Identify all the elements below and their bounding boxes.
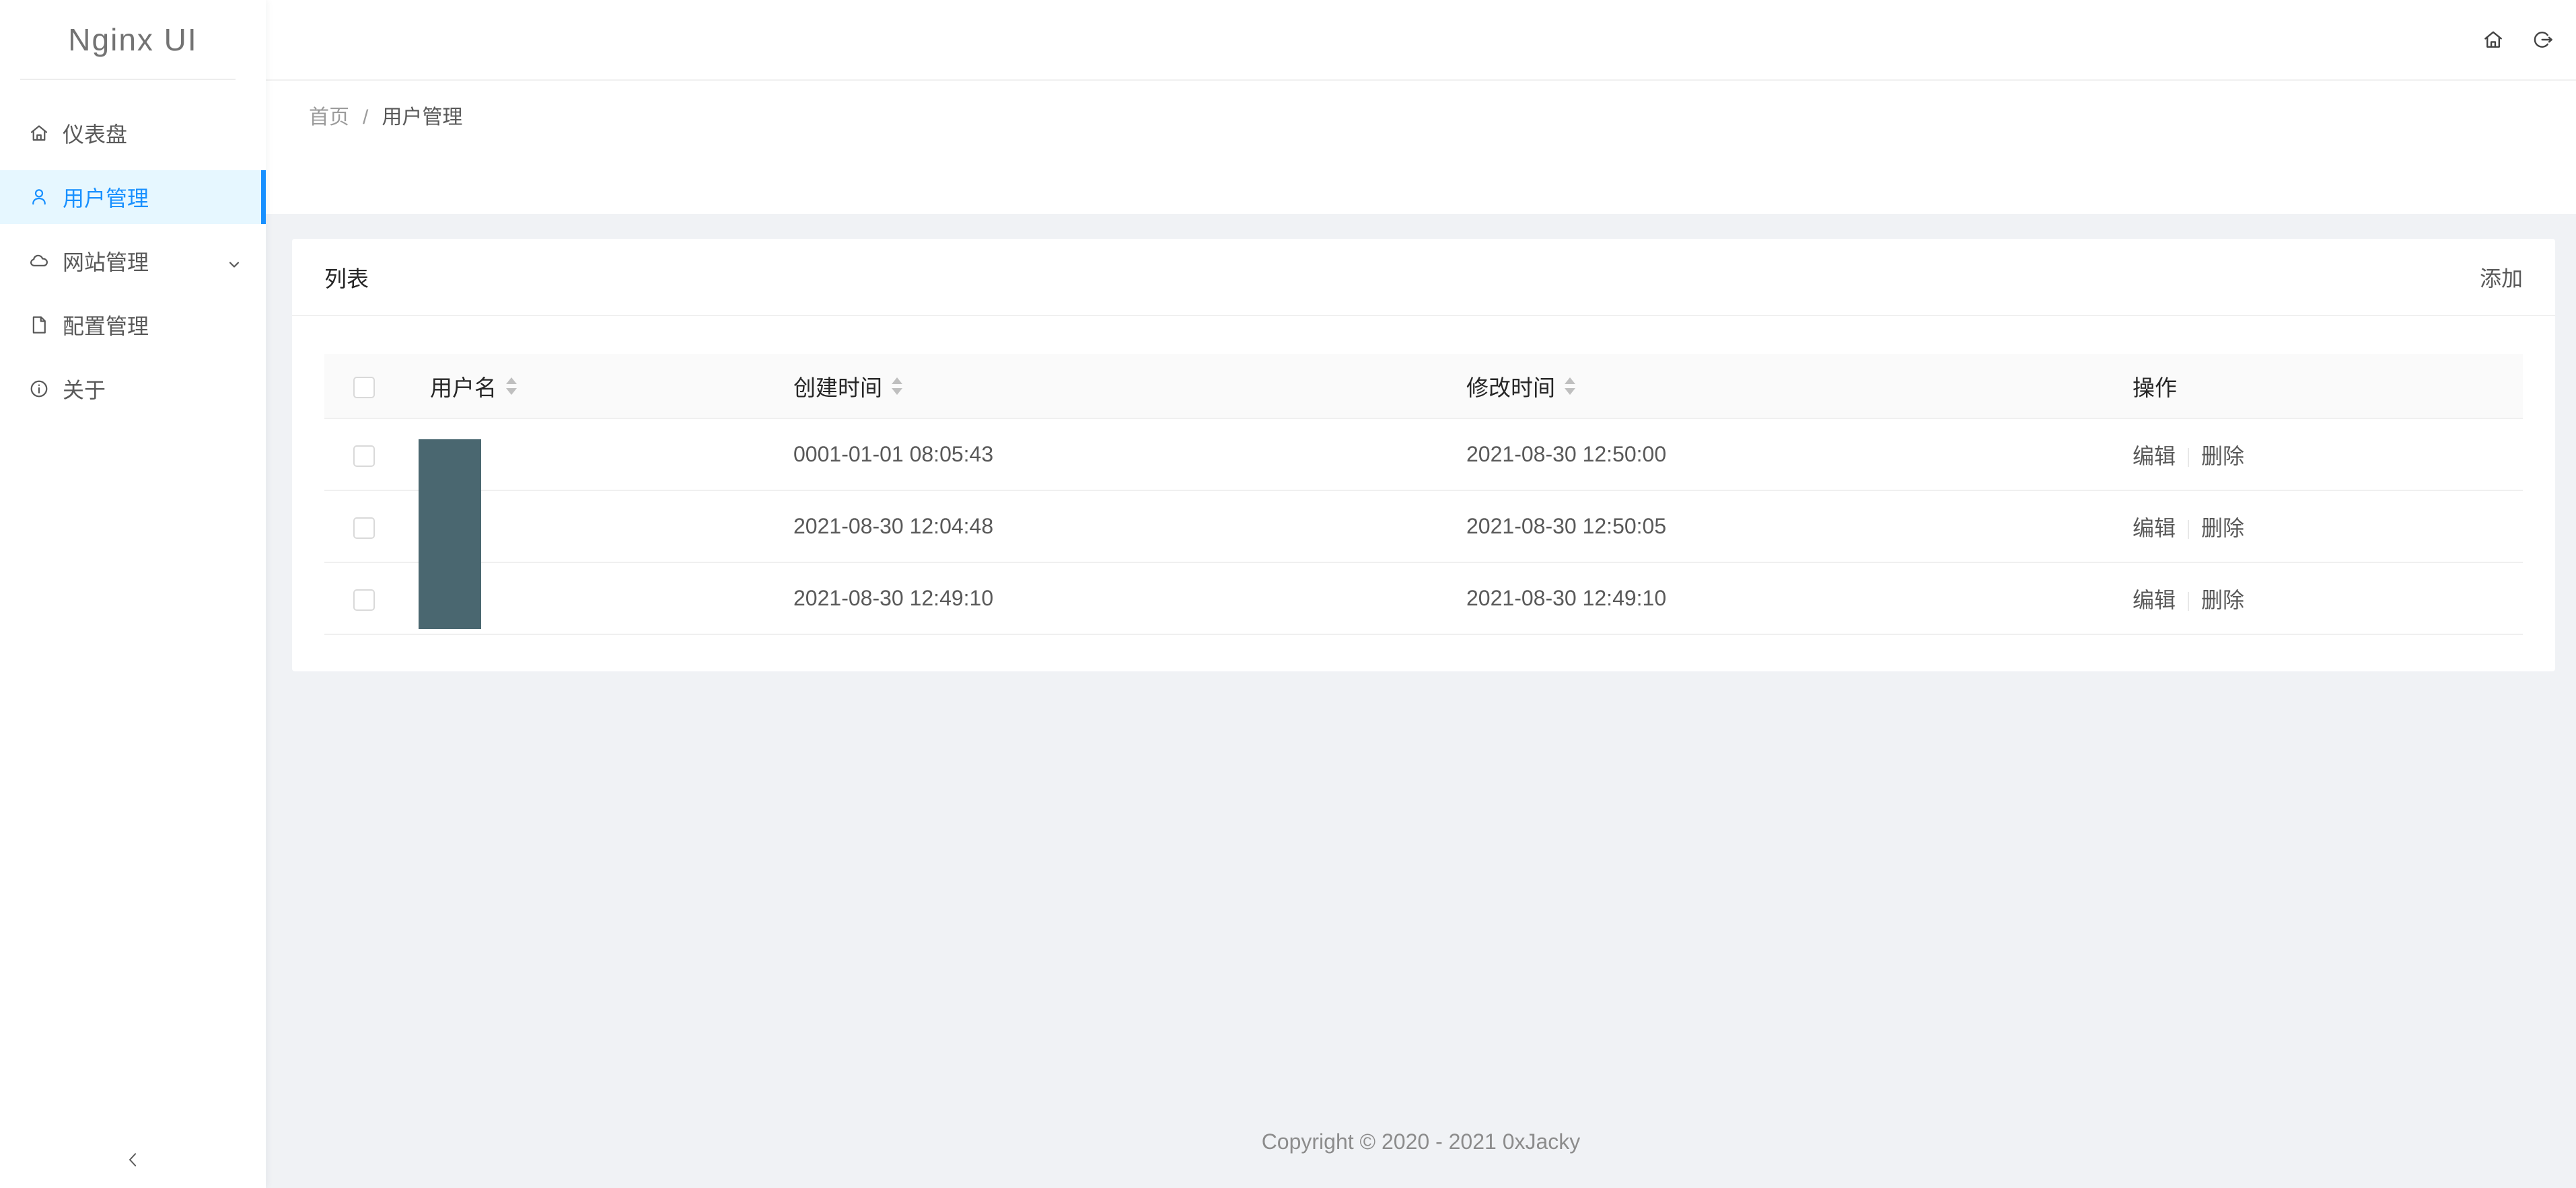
column-header-actions: 操作 <box>2106 354 2523 418</box>
column-header-modified[interactable]: 修改时间 <box>1440 354 2106 418</box>
sidebar-item-label: 仪表盘 <box>63 118 127 149</box>
logout-icon[interactable] <box>2532 29 2554 50</box>
action-divider <box>2188 520 2189 539</box>
home-icon[interactable] <box>2482 29 2504 50</box>
sorter-icon[interactable] <box>1565 377 1575 395</box>
sorter-icon[interactable] <box>506 377 517 395</box>
card-body: 用户名 创建时间 <box>292 316 2555 635</box>
modified-cell: 2021-08-30 12:49:10 <box>1440 562 2106 634</box>
sidebar-item-config[interactable]: 配置管理 <box>0 298 266 352</box>
table-row: 2021-08-30 12:49:10 2021-08-30 12:49:10 … <box>324 562 2523 634</box>
file-icon <box>29 315 49 335</box>
redacted-usernames-overlay <box>419 439 481 629</box>
home-icon <box>29 123 49 143</box>
logo-divider <box>20 79 236 80</box>
card-title: 列表 <box>324 261 369 293</box>
sidebar-item-about[interactable]: 关于 <box>0 362 266 416</box>
users-table: 用户名 创建时间 <box>324 354 2523 635</box>
sidebar-item-sites[interactable]: 网站管理 <box>0 234 266 288</box>
action-divider <box>2188 592 2189 611</box>
breadcrumb-current: 用户管理 <box>382 103 462 133</box>
actions-cell: 编辑 删除 <box>2106 562 2523 634</box>
sidebar-item-label: 用户管理 <box>63 182 149 213</box>
select-all-checkbox[interactable] <box>353 377 375 398</box>
sidebar-item-label: 网站管理 <box>63 246 149 276</box>
add-button[interactable]: 添加 <box>2480 262 2523 293</box>
breadcrumb-separator: / <box>363 103 368 133</box>
sorter-icon[interactable] <box>892 377 902 395</box>
sidebar-item-label: 配置管理 <box>63 309 149 340</box>
sidebar-menu: 仪表盘 用户管理 网站管理 配 <box>0 106 266 426</box>
column-header-created[interactable]: 创建时间 <box>767 354 1440 418</box>
action-divider <box>2188 448 2189 467</box>
modified-cell: 2021-08-30 12:50:00 <box>1440 418 2106 490</box>
edit-button[interactable]: 编辑 <box>2133 588 2176 612</box>
created-cell: 2021-08-30 12:49:10 <box>767 562 1440 634</box>
row-checkbox[interactable] <box>353 445 375 467</box>
modified-cell: 2021-08-30 12:50:05 <box>1440 490 2106 562</box>
breadcrumb: 首页 / 用户管理 <box>309 103 462 133</box>
actions-cell: 编辑 删除 <box>2106 418 2523 490</box>
sidebar-item-label: 关于 <box>63 373 106 404</box>
card-header: 列表 添加 <box>292 239 2555 316</box>
edit-button[interactable]: 编辑 <box>2133 444 2176 468</box>
delete-button[interactable]: 删除 <box>2201 516 2244 540</box>
list-card: 列表 添加 用户名 <box>292 239 2555 671</box>
delete-button[interactable]: 删除 <box>2201 444 2244 468</box>
top-header <box>266 0 2576 81</box>
table-row: 2021-08-30 12:04:48 2021-08-30 12:50:05 … <box>324 490 2523 562</box>
created-cell: 2021-08-30 12:04:48 <box>767 490 1440 562</box>
user-icon <box>29 187 49 207</box>
chevron-left-icon <box>123 1148 143 1175</box>
page-header: 首页 / 用户管理 用户管理 <box>266 81 2576 214</box>
app-logo: Nginx UI <box>0 0 266 79</box>
row-checkbox[interactable] <box>353 589 375 611</box>
column-header-username[interactable]: 用户名 <box>404 354 767 418</box>
table-header-row: 用户名 创建时间 <box>324 354 2523 418</box>
content-area: 列表 添加 用户名 <box>266 214 2576 1188</box>
actions-cell: 编辑 删除 <box>2106 490 2523 562</box>
breadcrumb-home[interactable]: 首页 <box>309 103 349 133</box>
created-cell: 0001-01-01 08:05:43 <box>767 418 1440 490</box>
sidebar-item-dashboard[interactable]: 仪表盘 <box>0 106 266 160</box>
chevron-down-icon <box>226 253 242 269</box>
cloud-icon <box>29 251 49 271</box>
app-root: Nginx UI 仪表盘 用户管理 网站管理 <box>0 0 2576 1188</box>
copyright-footer: Copyright © 2020 - 2021 0xJacky <box>266 1129 2576 1154</box>
delete-button[interactable]: 删除 <box>2201 588 2244 612</box>
sidebar-item-users[interactable]: 用户管理 <box>0 170 266 224</box>
edit-button[interactable]: 编辑 <box>2133 516 2176 540</box>
table-row: 0001-01-01 08:05:43 2021-08-30 12:50:00 … <box>324 418 2523 490</box>
sidebar: Nginx UI 仪表盘 用户管理 网站管理 <box>0 0 266 1188</box>
row-checkbox[interactable] <box>353 517 375 539</box>
sidebar-collapse-trigger[interactable] <box>0 1145 266 1177</box>
info-circle-icon <box>29 379 49 399</box>
